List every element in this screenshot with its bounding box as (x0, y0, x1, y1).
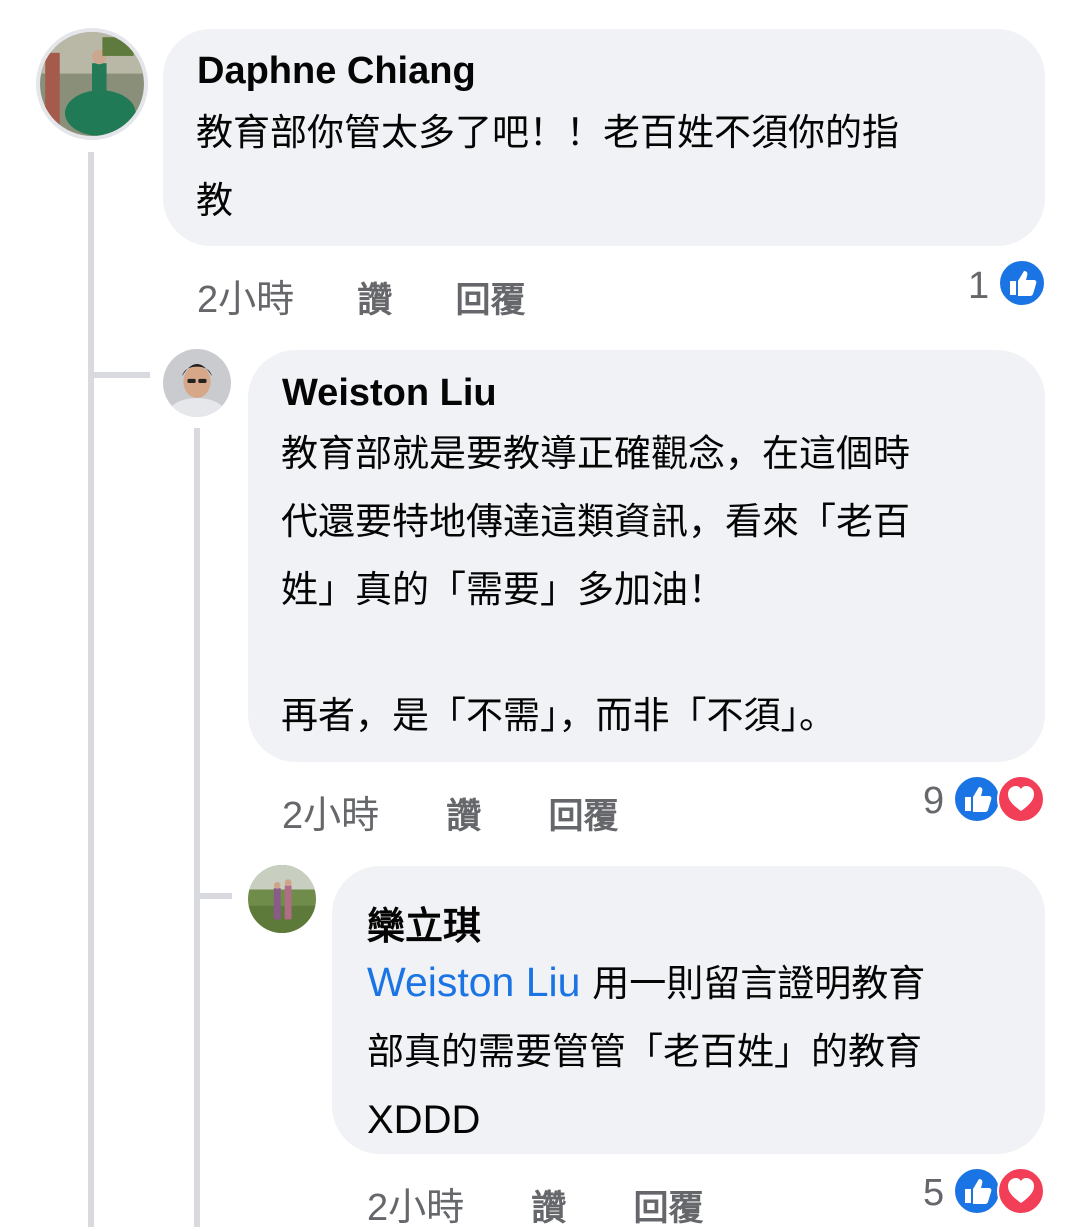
avatar-photo-weiston (163, 349, 231, 417)
reply-button[interactable]: 回覆 (455, 272, 525, 323)
reply-button[interactable]: 回覆 (633, 1180, 703, 1231)
avatar-photo-daphne (40, 32, 144, 136)
comment-author[interactable]: Daphne Chiang (197, 50, 476, 93)
thread-line-branch-2 (194, 893, 232, 899)
like-button[interactable]: 讚 (531, 1180, 566, 1231)
comment-text-line: 代還要特地傳達這類資訊，看來「老百 (281, 500, 910, 543)
comment-actions: 2小時 讚 回覆 (282, 784, 618, 839)
comment-text-line (281, 624, 1031, 682)
reaction-count[interactable]: 1 (968, 265, 989, 308)
comment-timestamp[interactable]: 2小時 (367, 1176, 464, 1231)
like-icon (953, 1167, 1001, 1215)
like-button[interactable]: 讚 (357, 272, 392, 323)
comment-text-line: 再者，是「不需」，而非「不須」。 (281, 694, 836, 737)
comment-text-line: Weiston Liu 用一則留言證明教育 (367, 948, 1032, 1018)
comment-timestamp[interactable]: 2小時 (197, 268, 294, 323)
thread-line-main (88, 152, 94, 1227)
comment-author[interactable]: Weiston Liu (282, 372, 497, 415)
reaction-count[interactable]: 5 (923, 1172, 944, 1215)
like-icon (953, 775, 1001, 823)
thread-line-branch-1 (88, 372, 150, 378)
comment-text-line: 教育部你管太多了吧！！老百姓不須你的指 (196, 111, 899, 154)
like-icon (998, 259, 1046, 307)
comment-text-line: XDDD (367, 1098, 481, 1142)
avatar-weiston[interactable] (163, 349, 231, 417)
comment-text: Weiston Liu 用一則留言證明教育 部真的需要管管「老百姓」的教育 XD… (367, 948, 1032, 1154)
love-icon (997, 1167, 1045, 1215)
reply-button[interactable]: 回覆 (548, 788, 618, 839)
avatar-luan[interactable] (248, 865, 316, 933)
avatar-photo-luan (248, 865, 316, 933)
comment-text-line: 部真的需要管管「老百姓」的教育 (367, 1030, 922, 1073)
comment-text-segment: 用一則留言證明教育 (580, 962, 926, 1005)
comment-timestamp[interactable]: 2小時 (282, 784, 379, 839)
avatar-daphne[interactable] (36, 28, 148, 140)
comment-text-line: 教育部就是要教導正確觀念，在這個時 (281, 432, 910, 475)
comment-text: 教育部就是要教導正確觀念，在這個時 代還要特地傳達這類資訊，看來「老百 姓」真的… (281, 420, 1031, 750)
reaction-count[interactable]: 9 (923, 780, 944, 823)
love-icon (997, 775, 1045, 823)
like-button[interactable]: 讚 (446, 788, 481, 839)
comment-actions: 2小時 讚 回覆 (367, 1176, 703, 1231)
mention-link[interactable]: Weiston Liu (367, 959, 580, 1005)
comment-text-line: 姓」真的「需要」多加油！ (281, 568, 725, 611)
comment-actions: 2小時 讚 回覆 (197, 268, 525, 323)
thread-line-sub (194, 428, 200, 1227)
comment-author[interactable]: 欒立琪 (367, 895, 481, 950)
comment-text: 教育部你管太多了吧！！老百姓不須你的指 教 (196, 99, 1036, 235)
comment-text-line: 教 (196, 179, 233, 222)
